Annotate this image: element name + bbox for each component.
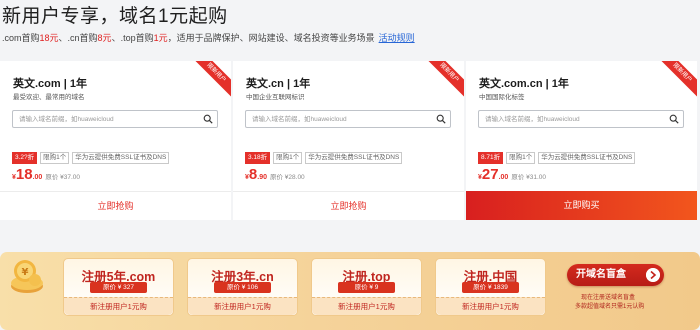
product-name: 英文.com | 1年 xyxy=(13,78,87,90)
price-block: ¥27.00 原价 ¥31.00 xyxy=(478,166,546,184)
ssl-dns-tag: 华为云提供免费SSL证书及DNS xyxy=(305,152,403,164)
price-decimal: .90 xyxy=(257,174,267,181)
offer-footer: 新注册用户1元购 xyxy=(312,297,421,315)
ssl-dns-tag: 华为云提供免费SSL证书及DNS xyxy=(72,152,170,164)
product-card-com: 限新用户 英文.com | 1年 最受欢迎、最常用的域名 3.2?折 限购1个 … xyxy=(0,61,231,220)
buy-now-button[interactable]: 立即抢购 xyxy=(233,191,464,220)
new-user-ribbon: 限新用户 xyxy=(421,61,464,101)
svg-text:¥: ¥ xyxy=(22,267,29,278)
promo-subtitle: .com首购18元、.cn首购8元、.top首购1元，适用于品牌保护、网站建设、… xyxy=(2,31,415,44)
discount-badge: 3.18折 xyxy=(245,152,271,164)
product-tags: 3.18折 限购1个 华为云提供免费SSL证书及DNS xyxy=(245,152,403,164)
ssl-dns-tag: 华为云提供免费SSL证书及DNS xyxy=(538,152,636,164)
price-integer: 27 xyxy=(481,166,499,183)
offer-original-price: 原价 ¥ 106 xyxy=(214,282,271,293)
buy-now-button[interactable]: 立即抢购 xyxy=(0,191,231,220)
offer-card-top[interactable]: 注册.top 原价 ¥ 9 新注册用户1元购 xyxy=(311,258,422,316)
domain-search-input[interactable] xyxy=(19,111,199,127)
search-icon[interactable] xyxy=(669,114,679,124)
domain-search-input[interactable] xyxy=(485,111,665,127)
buy-now-button[interactable]: 立即购买 xyxy=(466,191,697,220)
product-description: 中国企业互联网标识 xyxy=(246,94,305,101)
offer-original-price: 原价 ¥ 9 xyxy=(338,282,395,293)
subtitle-text: .com首购 xyxy=(2,33,40,43)
product-name: 英文.cn | 1年 xyxy=(246,78,311,90)
subtitle-price-com: 18元 xyxy=(39,33,59,43)
product-description: 最受欢迎、最常用的域名 xyxy=(13,94,85,101)
blind-box-label: 开域名盲盒 xyxy=(576,269,626,280)
offer-footer: 新注册用户1元购 xyxy=(436,297,545,315)
subtitle-price-cn: 8元 xyxy=(97,33,112,43)
original-price: 原价 ¥31.00 xyxy=(511,174,547,181)
product-tags: 3.2?折 限购1个 华为云提供免费SSL证书及DNS xyxy=(12,152,170,164)
price-integer: 8 xyxy=(248,166,258,183)
blind-box-note-1: 现在注册送域名盲盒 xyxy=(581,295,636,301)
search-icon[interactable] xyxy=(203,114,213,124)
domain-search-box xyxy=(12,110,218,128)
product-tags: 8.71折 限购1个 华为云提供免费SSL证书及DNS xyxy=(478,152,636,164)
product-card-cn: 限新用户 英文.cn | 1年 中国企业互联网标识 3.18折 限购1个 华为云… xyxy=(233,61,464,220)
limit-tag: 限购1个 xyxy=(273,152,303,164)
activity-rules-link[interactable]: 活动规则 xyxy=(379,33,415,43)
subtitle-text: 、.cn首购 xyxy=(58,33,98,43)
new-user-ribbon: 限新用户 xyxy=(654,61,697,101)
promo-banner: ¥ 注册5年.com 原价 ¥ 327 新注册用户1元购 注册3年.cn 原价 … xyxy=(0,252,700,330)
price-decimal: .00 xyxy=(32,174,43,181)
subtitle-text: ，适用于品牌保护、网站建设、域名投资等业务场景 xyxy=(167,33,375,43)
domain-search-input[interactable] xyxy=(252,111,432,127)
open-blind-box-button[interactable]: 开域名盲盒 xyxy=(567,264,664,286)
subtitle-price-top: 1元 xyxy=(153,33,168,43)
domain-search-box xyxy=(245,110,451,128)
domain-search-box xyxy=(478,110,684,128)
offer-footer: 新注册用户1元购 xyxy=(64,297,173,315)
offer-card-cn-3y[interactable]: 注册3年.cn 原价 ¥ 106 新注册用户1元购 xyxy=(187,258,298,316)
discount-badge: 8.71折 xyxy=(478,152,504,164)
coin-icon: ¥ xyxy=(11,260,43,293)
limit-tag: 限购1个 xyxy=(506,152,536,164)
original-price: 原价 ¥28.00 xyxy=(269,174,305,181)
price-decimal: .00 xyxy=(498,174,509,181)
offer-original-price: 原价 ¥ 327 xyxy=(90,282,147,293)
product-name: 英文.com.cn | 1年 xyxy=(479,78,569,90)
new-user-ribbon: 限新用户 xyxy=(188,61,231,101)
offer-card-zhongguo[interactable]: 注册.中国 原价 ¥ 1839 新注册用户1元购 xyxy=(435,258,546,316)
offer-card-com-5y[interactable]: 注册5年.com 原价 ¥ 327 新注册用户1元购 xyxy=(63,258,174,316)
discount-badge: 3.2?折 xyxy=(12,152,38,164)
product-description: 中国国际化标签 xyxy=(479,94,525,101)
arrow-right-icon xyxy=(646,268,660,282)
search-icon[interactable] xyxy=(436,114,446,124)
original-price: 原价 ¥37.00 xyxy=(45,174,81,181)
price-block: ¥8.90 原价 ¥28.00 xyxy=(245,166,305,184)
price-integer: 18 xyxy=(15,166,33,183)
product-cards: 限新用户 英文.com | 1年 最受欢迎、最常用的域名 3.2?折 限购1个 … xyxy=(0,61,697,220)
offer-footer: 新注册用户1元购 xyxy=(188,297,297,315)
offer-original-price: 原价 ¥ 1839 xyxy=(462,282,519,293)
limit-tag: 限购1个 xyxy=(40,152,70,164)
subtitle-text: 、.top首购 xyxy=(111,33,154,43)
page-title: 新用户专享，域名1元起购 xyxy=(2,6,228,27)
price-block: ¥18.00 原价 ¥37.00 xyxy=(12,166,80,184)
blind-box-note-2: 多款超值域名只需1元认购 xyxy=(575,304,645,310)
product-card-com-cn: 限新用户 英文.com.cn | 1年 中国国际化标签 8.71折 限购1个 华… xyxy=(466,61,697,220)
